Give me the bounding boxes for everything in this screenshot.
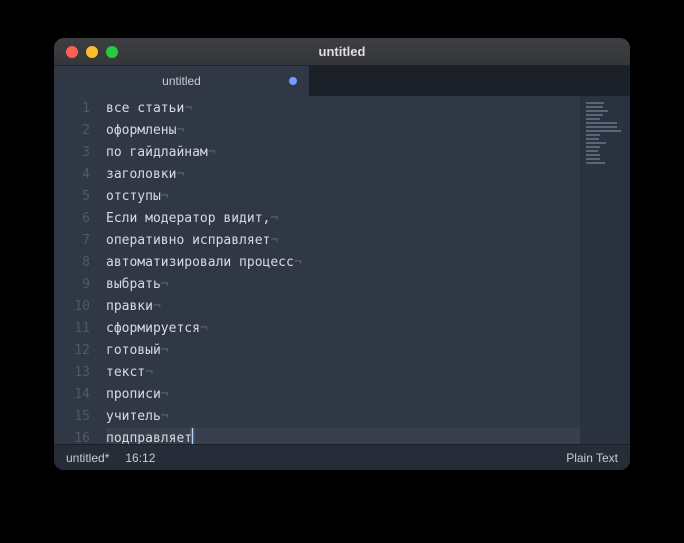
code-line[interactable]: сформируется¬ bbox=[106, 318, 580, 340]
tab-bar: untitled bbox=[54, 66, 630, 96]
minimap-row bbox=[586, 118, 600, 120]
text-cursor bbox=[192, 428, 193, 444]
code-line[interactable]: заголовки¬ bbox=[106, 164, 580, 186]
minimap-row bbox=[586, 134, 600, 136]
code-line[interactable]: оперативно исправляет¬ bbox=[106, 230, 580, 252]
minimap-row bbox=[586, 142, 606, 144]
minimap-row bbox=[586, 130, 621, 132]
code-line[interactable]: отступы¬ bbox=[106, 186, 580, 208]
line-text: выбрать bbox=[106, 277, 161, 292]
line-number: 6 bbox=[54, 208, 90, 230]
line-text: сформируется bbox=[106, 321, 200, 336]
line-number: 7 bbox=[54, 230, 90, 252]
minimap-row bbox=[586, 106, 603, 108]
window-title: untitled bbox=[54, 44, 630, 59]
line-text: отступы bbox=[106, 189, 161, 204]
line-text: прописи bbox=[106, 387, 161, 402]
line-number: 12 bbox=[54, 340, 90, 362]
code-line[interactable]: все статьи¬ bbox=[106, 98, 580, 120]
minimize-icon[interactable] bbox=[86, 46, 98, 58]
line-text: готовый bbox=[106, 343, 161, 358]
newline-glyph-icon: ¬ bbox=[176, 167, 184, 182]
newline-glyph-icon: ¬ bbox=[161, 189, 169, 204]
newline-glyph-icon: ¬ bbox=[208, 145, 216, 160]
zoom-icon[interactable] bbox=[106, 46, 118, 58]
line-text: правки bbox=[106, 299, 153, 314]
tab-untitled[interactable]: untitled bbox=[54, 66, 310, 96]
code-line[interactable]: оформлены¬ bbox=[106, 120, 580, 142]
line-number: 4 bbox=[54, 164, 90, 186]
line-text: оперативно исправляет bbox=[106, 233, 270, 248]
newline-glyph-icon: ¬ bbox=[184, 101, 192, 116]
newline-glyph-icon: ¬ bbox=[270, 211, 278, 226]
line-text: автоматизировали процесс bbox=[106, 255, 294, 270]
line-number: 14 bbox=[54, 384, 90, 406]
minimap[interactable] bbox=[580, 96, 630, 444]
code-line[interactable]: прописи¬ bbox=[106, 384, 580, 406]
minimap-row bbox=[586, 150, 598, 152]
line-number: 3 bbox=[54, 142, 90, 164]
status-filename[interactable]: untitled* bbox=[66, 451, 109, 465]
line-number: 13 bbox=[54, 362, 90, 384]
minimap-row bbox=[586, 146, 600, 148]
code-line[interactable]: текст¬ bbox=[106, 362, 580, 384]
newline-glyph-icon: ¬ bbox=[161, 409, 169, 424]
line-number: 2 bbox=[54, 120, 90, 142]
titlebar[interactable]: untitled bbox=[54, 38, 630, 66]
code-line[interactable]: подправляет bbox=[106, 428, 580, 444]
line-text: оформлены bbox=[106, 123, 176, 138]
line-text: заголовки bbox=[106, 167, 176, 182]
line-number: 1 bbox=[54, 98, 90, 120]
newline-glyph-icon: ¬ bbox=[161, 387, 169, 402]
minimap-row bbox=[586, 138, 599, 140]
minimap-row bbox=[586, 110, 608, 112]
line-text: Если модератор видит, bbox=[106, 211, 270, 226]
close-icon[interactable] bbox=[66, 46, 78, 58]
status-position[interactable]: 16:12 bbox=[125, 451, 155, 465]
newline-glyph-icon: ¬ bbox=[200, 321, 208, 336]
traffic-lights bbox=[54, 46, 118, 58]
minimap-row bbox=[586, 158, 600, 160]
status-syntax[interactable]: Plain Text bbox=[566, 451, 618, 465]
code-line[interactable]: правки¬ bbox=[106, 296, 580, 318]
tab-label: untitled bbox=[162, 74, 201, 88]
code-content[interactable]: все статьи¬оформлены¬по гайдлайнам¬загол… bbox=[100, 96, 580, 444]
line-number: 5 bbox=[54, 186, 90, 208]
dirty-indicator-icon bbox=[289, 77, 297, 85]
newline-glyph-icon: ¬ bbox=[294, 255, 302, 270]
editor-window: untitled untitled 1234567891011121314151… bbox=[54, 38, 630, 470]
newline-glyph-icon: ¬ bbox=[145, 365, 153, 380]
status-bar: untitled* 16:12 Plain Text bbox=[54, 444, 630, 470]
line-number: 11 bbox=[54, 318, 90, 340]
line-number: 8 bbox=[54, 252, 90, 274]
code-line[interactable]: по гайдлайнам¬ bbox=[106, 142, 580, 164]
line-text: все статьи bbox=[106, 101, 184, 116]
minimap-row bbox=[586, 122, 617, 124]
code-line[interactable]: учитель¬ bbox=[106, 406, 580, 428]
line-number: 15 bbox=[54, 406, 90, 428]
newline-glyph-icon: ¬ bbox=[270, 233, 278, 248]
code-line[interactable]: Если модератор видит,¬ bbox=[106, 208, 580, 230]
minimap-row bbox=[586, 114, 603, 116]
line-number: 16 bbox=[54, 428, 90, 444]
line-text: текст bbox=[106, 365, 145, 380]
minimap-row bbox=[586, 126, 617, 128]
newline-glyph-icon: ¬ bbox=[161, 277, 169, 292]
newline-glyph-icon: ¬ bbox=[176, 123, 184, 138]
minimap-row bbox=[586, 154, 600, 156]
line-number: 10 bbox=[54, 296, 90, 318]
line-number: 9 bbox=[54, 274, 90, 296]
code-line[interactable]: выбрать¬ bbox=[106, 274, 580, 296]
minimap-row bbox=[586, 162, 605, 164]
newline-glyph-icon: ¬ bbox=[161, 343, 169, 358]
editor-area[interactable]: 12345678910111213141516 все статьи¬оформ… bbox=[54, 96, 630, 444]
line-gutter: 12345678910111213141516 bbox=[54, 96, 100, 444]
line-text: учитель bbox=[106, 409, 161, 424]
line-text: подправляет bbox=[106, 431, 192, 444]
line-text: по гайдлайнам bbox=[106, 145, 208, 160]
code-line[interactable]: автоматизировали процесс¬ bbox=[106, 252, 580, 274]
minimap-row bbox=[586, 102, 604, 104]
newline-glyph-icon: ¬ bbox=[153, 299, 161, 314]
code-line[interactable]: готовый¬ bbox=[106, 340, 580, 362]
